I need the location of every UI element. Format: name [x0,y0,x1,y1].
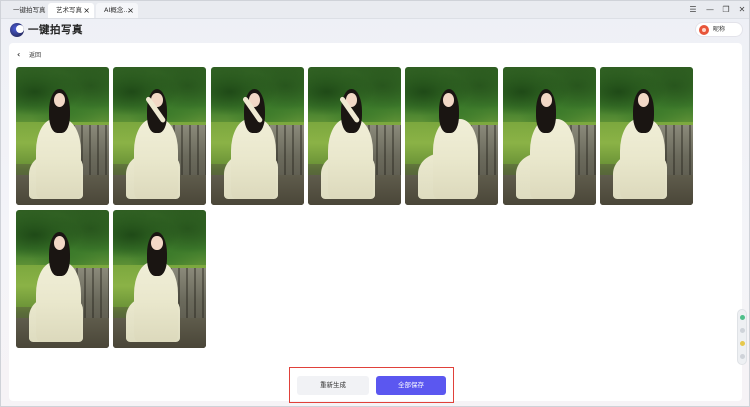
tab-ai-concept[interactable]: AI概念... × [96,3,138,18]
save-all-button[interactable]: 全部保存 [376,376,446,395]
app-window: 一键拍写真 艺术写真 × AI概念... × ☰ — ❐ ✕ 一键拍写真 昵称 … [0,0,750,407]
photo-thumbnail[interactable] [16,210,109,348]
tab-bar: 一键拍写真 艺术写真 × AI概念... × ☰ — ❐ ✕ [1,1,749,19]
tab-label: 一键拍写真 [13,6,46,14]
app-logo-icon [10,23,24,37]
photo-thumbnail[interactable] [502,67,596,205]
content-panel: ‹ 返回 [9,43,742,401]
back-label: 返回 [29,52,42,59]
close-icon[interactable]: × [83,3,90,18]
tab-one-click-portrait[interactable]: 一键拍写真 [5,3,47,18]
side-tool-widget[interactable] [737,309,747,365]
photo-face [540,93,552,108]
user-profile-button[interactable]: 昵称 [695,22,743,37]
app-title: 一键拍写真 [28,24,83,36]
tab-label: 艺术写真 [56,6,82,14]
tool-dot-icon [740,354,745,359]
minimize-icon[interactable]: — [704,4,716,16]
photo-thumbnail[interactable] [16,67,109,205]
chevron-left-icon: ‹ [17,50,21,59]
close-icon[interactable]: ✕ [736,4,748,16]
tab-label: AI概念... [104,6,130,14]
photo-face [151,236,163,251]
regenerate-button[interactable]: 重新生成 [297,376,369,395]
status-dot-icon [740,315,745,320]
avatar [699,25,709,35]
user-name: 昵称 [713,26,726,33]
photo-dress [433,119,478,200]
photo-thumbnail[interactable] [307,67,401,205]
tool-dot-icon [740,328,745,333]
photo-thumbnail[interactable] [113,67,207,205]
menu-icon[interactable]: ☰ [687,4,699,16]
tab-art-portrait[interactable]: 艺术写真 × [48,3,94,18]
photo-thumbnail[interactable] [113,210,207,348]
photo-thumbnail[interactable] [405,67,499,205]
tool-dot-icon [740,341,745,346]
restore-icon[interactable]: ❐ [720,4,732,16]
close-icon[interactable]: × [127,3,134,18]
photo-dress [530,119,576,200]
photo-face [637,93,650,108]
photo-thumbnail[interactable] [599,67,693,205]
photo-thumbnail[interactable] [210,67,304,205]
